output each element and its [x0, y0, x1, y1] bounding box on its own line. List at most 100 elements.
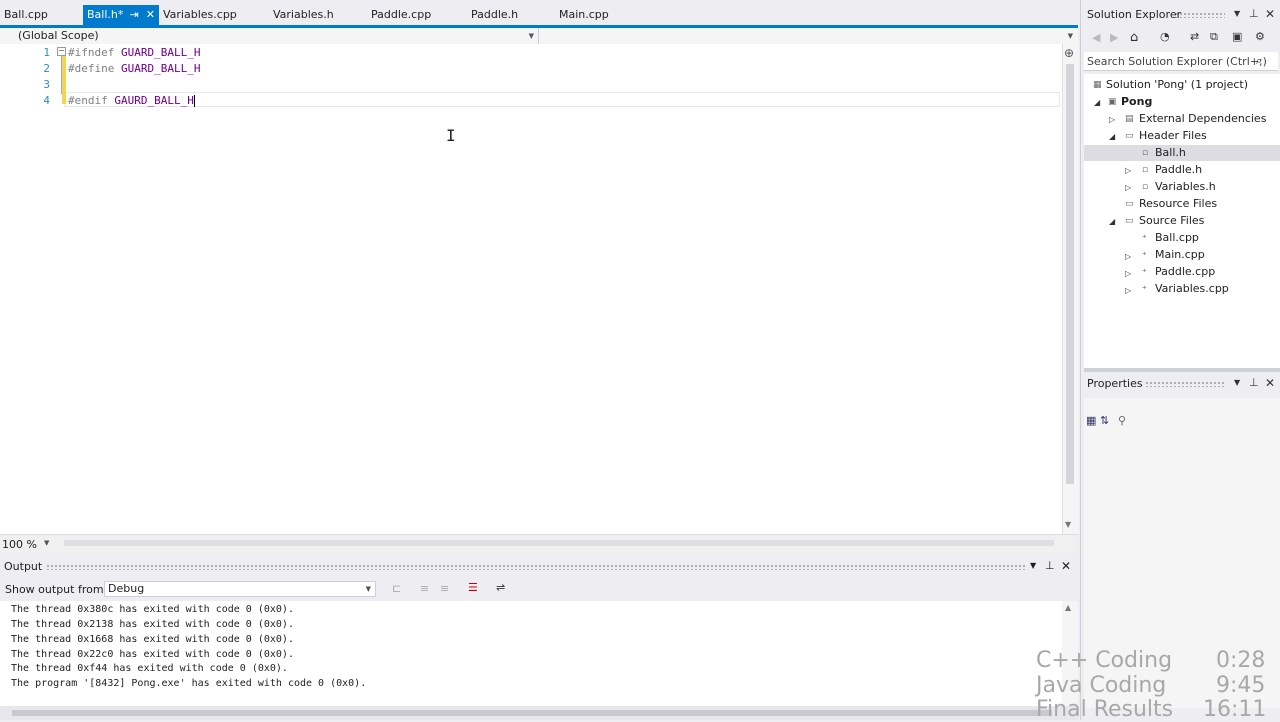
code-line[interactable]: #endif GAURD_BALL_H [68, 94, 195, 107]
expanded-icon[interactable]: ◢ [1094, 98, 1100, 107]
collapsed-icon[interactable]: ▷ [1125, 166, 1131, 175]
tree-node-ball-h[interactable]: Ball.h [1155, 146, 1186, 159]
expanded-icon[interactable]: ◢ [1109, 217, 1115, 226]
member-dropdown[interactable]: ▼ [539, 28, 1077, 44]
tree-node-header-files[interactable]: Header Files [1139, 129, 1207, 142]
search-icon[interactable]: ⌕ [1256, 54, 1262, 68]
tab-ball-cpp[interactable]: Ball.cpp [0, 5, 60, 25]
chevron-down-icon[interactable]: ▼ [1030, 561, 1036, 570]
output-line: The thread 0x22c0 has exited with code 0… [11, 649, 294, 660]
tree-node-paddle-cpp[interactable]: Paddle.cpp [1155, 265, 1215, 278]
collapse-icon[interactable]: − [57, 47, 66, 56]
panel-grip[interactable] [1175, 12, 1225, 18]
tree-node-project[interactable]: Pong [1121, 95, 1152, 108]
tree-node-external-dependencies[interactable]: External Dependencies [1139, 112, 1266, 125]
chapter-name: Final Results [1036, 697, 1174, 722]
output-line: The thread 0xf44 has exited with code 0 … [11, 663, 288, 674]
forward-icon[interactable]: ▶ [1110, 31, 1118, 44]
zoom-level[interactable]: 100 % [2, 538, 37, 551]
show-all-files-icon[interactable]: ▣ [1232, 30, 1242, 43]
clear-all-icon[interactable]: ☰ [468, 581, 478, 594]
chevron-down-icon[interactable]: ▼ [1234, 9, 1240, 18]
pin-icon[interactable]: ⊥ [1045, 559, 1055, 572]
folder-icon: ▭ [1125, 199, 1134, 209]
scrollbar-thumb[interactable] [12, 710, 1052, 716]
expanded-icon[interactable]: ◢ [1109, 132, 1115, 141]
chapter-name: C++ Coding [1036, 648, 1173, 673]
prev-message-icon[interactable]: ≡ [420, 582, 429, 595]
tab-paddle-cpp[interactable]: Paddle.cpp [367, 5, 457, 25]
tree-node-paddle-h[interactable]: Paddle.h [1155, 163, 1202, 176]
close-icon[interactable]: ✕ [146, 8, 155, 21]
chevron-down-icon[interactable]: ▼ [44, 539, 49, 547]
tab-ball-h[interactable]: Ball.h* ⇥ ✕ [83, 5, 159, 25]
alphabetical-icon[interactable]: ⇅ [1100, 414, 1109, 427]
pin-icon[interactable]: ⊥ [1249, 7, 1259, 20]
find-message-icon[interactable]: ⊏ [392, 582, 401, 595]
macro-name: GAURD_BALL_H [107, 94, 194, 107]
tree-node-variables-h[interactable]: Variables.h [1155, 180, 1216, 193]
collapsed-icon[interactable]: ▷ [1125, 252, 1131, 261]
cpp-file-icon: ⁺ [1142, 251, 1147, 261]
chapter-time: 0:28 [1216, 648, 1266, 673]
code-line[interactable]: #ifndef GUARD_BALL_H [68, 46, 200, 59]
pending-changes-icon[interactable]: ◔ [1160, 30, 1170, 43]
collapsed-icon[interactable]: ▷ [1109, 115, 1115, 124]
next-message-icon[interactable]: ≡ [440, 582, 449, 595]
tree-node-ball-cpp[interactable]: Ball.cpp [1155, 231, 1199, 244]
code-line[interactable]: #define GUARD_BALL_H [68, 62, 200, 75]
output-line: The thread 0x2138 has exited with code 0… [11, 619, 294, 630]
close-icon[interactable]: ✕ [1265, 376, 1275, 390]
document-tab-bar: Ball.cpp Ball.h* ⇥ ✕ Variables.cpp Variab… [0, 0, 1078, 28]
output-source-dropdown[interactable]: Debug ▼ [104, 581, 376, 597]
collapsed-icon[interactable]: ▷ [1125, 286, 1131, 295]
tree-node-solution[interactable]: Solution 'Pong' (1 project) [1106, 78, 1248, 91]
navigation-bar: (Global Scope) ▼ ▼ [0, 28, 1078, 45]
panel-splitter[interactable] [1084, 368, 1280, 372]
solution-explorer-title: Solution Explorer [1087, 8, 1182, 21]
scroll-up-icon[interactable]: ▲ [1065, 603, 1071, 612]
solution-icon: ▦ [1093, 80, 1102, 90]
editor-horizontal-scrollbar[interactable] [64, 540, 1054, 546]
scrollbar-thumb[interactable] [1066, 64, 1074, 484]
chapter-name: Java Coding [1036, 673, 1167, 698]
categorized-icon[interactable]: ▦ [1086, 414, 1096, 427]
tree-node-main-cpp[interactable]: Main.cpp [1155, 248, 1205, 261]
split-icon[interactable]: ⊕ [1064, 46, 1074, 60]
close-icon[interactable]: ✕ [1061, 559, 1071, 573]
scope-dropdown[interactable]: (Global Scope) ▼ [0, 28, 539, 44]
cpp-file-icon: ⁺ [1142, 285, 1147, 295]
folder-icon: ▭ [1125, 131, 1134, 141]
scroll-down-icon[interactable]: ▼ [1065, 520, 1071, 529]
tab-variables-cpp[interactable]: Variables.cpp [159, 5, 259, 25]
output-title: Output [4, 560, 43, 573]
word-wrap-icon[interactable]: ⇌ [496, 581, 505, 594]
back-icon[interactable]: ◀ [1092, 31, 1100, 44]
chapter-time: 9:45 [1216, 673, 1266, 698]
pin-icon[interactable]: ⇥ [130, 8, 139, 21]
chevron-down-icon[interactable]: ▼ [1234, 378, 1240, 387]
outline-line [61, 56, 62, 94]
line-number: 1 [43, 46, 50, 59]
home-icon[interactable]: ⌂ [1130, 30, 1138, 45]
tab-paddle-h[interactable]: Paddle.h [467, 5, 547, 25]
tab-main-cpp[interactable]: Main.cpp [555, 5, 635, 25]
panel-grip[interactable] [1145, 381, 1225, 387]
sync-icon[interactable]: ⇄ [1190, 30, 1199, 43]
properties-icon[interactable]: ⚙ [1255, 30, 1265, 43]
code-editor[interactable] [0, 44, 1062, 534]
tree-node-source-files[interactable]: Source Files [1139, 214, 1204, 227]
pin-icon[interactable]: ⊥ [1249, 376, 1259, 389]
panel-grip[interactable] [46, 564, 1026, 570]
scope-label: (Global Scope) [18, 29, 99, 42]
collapse-all-icon[interactable]: ⧉ [1210, 30, 1218, 44]
tree-node-resource-files[interactable]: Resource Files [1139, 197, 1217, 210]
close-icon[interactable]: ✕ [1265, 7, 1275, 21]
collapsed-icon[interactable]: ▷ [1125, 269, 1131, 278]
collapsed-icon[interactable]: ▷ [1125, 183, 1131, 192]
header-file-icon: ▫ [1142, 182, 1149, 192]
tree-node-variables-cpp[interactable]: Variables.cpp [1155, 282, 1229, 295]
tab-variables-h[interactable]: Variables.h [269, 5, 359, 25]
property-pages-icon[interactable]: ⚲ [1118, 414, 1126, 427]
solution-search-input[interactable]: Search Solution Explorer (Ctrl+;) ⌕ [1084, 52, 1278, 71]
